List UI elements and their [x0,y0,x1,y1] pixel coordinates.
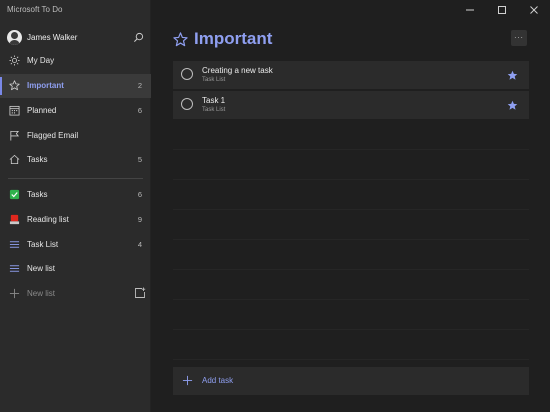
green-check-emoji-icon [9,189,20,200]
sidebar-item-planned[interactable]: Planned 6 [0,99,151,123]
plus-icon [9,288,20,299]
sidebar-item-count: 2 [137,81,142,90]
task-list-name: Task List [202,77,226,83]
sidebar-item-count: 4 [137,240,142,249]
app-window: Microsoft To Do James Walker My Day Impo… [0,0,550,412]
sidebar-item-count: 5 [137,155,142,164]
home-icon [9,154,20,165]
new-list-label: New list [27,289,56,298]
new-group-icon[interactable] [134,287,146,299]
minimize-button[interactable] [454,0,486,20]
more-options-button[interactable]: ··· [511,30,527,46]
sidebar-item-reading-list[interactable]: Reading list 9 [0,208,151,232]
sidebar-item-new-list[interactable]: New list [0,257,151,281]
sidebar-item-label: Important [27,81,64,90]
page-header: Important [173,28,272,50]
empty-row-lines [173,120,529,360]
sun-icon [9,55,20,66]
star-icon [9,80,20,91]
sidebar-item-label: New list [27,264,56,273]
importance-star-icon[interactable] [507,70,518,81]
task-item[interactable]: Creating a new task Task List [173,61,529,89]
sidebar: Microsoft To Do James Walker My Day Impo… [0,0,151,412]
red-emoji-icon [9,214,20,225]
star-icon [173,31,188,46]
complete-checkbox[interactable] [181,68,193,80]
sidebar-item-my-day[interactable]: My Day [0,49,151,73]
task-title: Creating a new task [202,66,273,75]
new-list-button[interactable]: New list [0,282,151,306]
list-icon [9,265,20,272]
sidebar-item-label: Tasks [27,155,48,164]
minimize-icon [466,9,474,11]
sidebar-item-label: Planned [27,106,57,115]
sidebar-item-label: Tasks [27,190,48,199]
add-task-input[interactable]: Add task [173,367,529,395]
more-options-label: ··· [514,33,524,42]
avatar[interactable] [7,30,22,45]
sidebar-item-label: Reading list [27,215,69,224]
sidebar-item-count: 6 [137,106,142,115]
user-name: James Walker [27,33,78,42]
close-button[interactable] [518,0,550,20]
sidebar-item-list-tasks[interactable]: Tasks 6 [0,183,151,207]
sidebar-item-flagged-email[interactable]: Flagged Email [0,124,151,148]
task-title: Task 1 [202,96,226,105]
sidebar-item-tasks[interactable]: Tasks 5 [0,148,151,172]
window-controls [454,0,550,20]
sidebar-item-label: Task List [27,240,59,249]
sidebar-item-count: 6 [137,190,142,199]
maximize-button[interactable] [486,0,518,20]
window-title: Microsoft To Do [7,5,63,14]
sidebar-item-task-list[interactable]: Task List 4 [0,233,151,257]
task-list-name: Task List [202,107,226,113]
sidebar-item-label: My Day [27,56,55,65]
calendar-icon [9,105,20,116]
task-item[interactable]: Task 1 Task List [173,91,529,119]
close-icon [530,6,538,14]
list-icon [9,241,20,248]
sidebar-item-label: Flagged Email [27,131,79,140]
account-row[interactable]: James Walker [0,26,151,50]
sidebar-divider [8,178,143,179]
flag-icon [10,130,20,141]
importance-star-icon[interactable] [507,100,518,111]
task-list: Creating a new task Task List Task 1 Tas… [173,61,529,121]
main-pane: Important ··· Creating a new task Task L… [151,0,550,412]
maximize-icon [498,6,506,14]
complete-checkbox[interactable] [181,98,193,110]
plus-icon [182,375,193,386]
sidebar-item-important[interactable]: Important 2 [0,74,151,98]
add-task-label: Add task [202,376,234,385]
sidebar-item-count: 9 [137,215,142,224]
page-title: Important [194,29,273,48]
search-icon[interactable] [133,32,144,43]
